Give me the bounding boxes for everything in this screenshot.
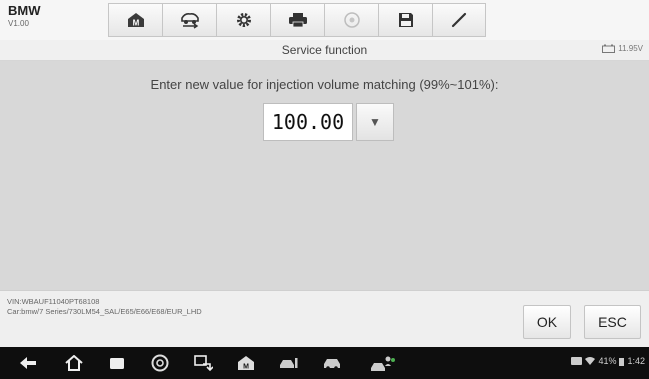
disc-icon [343, 12, 360, 28]
value-selector: 100.00 ▼ [263, 103, 394, 141]
disc-button[interactable] [324, 3, 378, 37]
settings-icon [236, 13, 251, 27]
clock: 1:42 [627, 356, 645, 366]
message-icon [571, 357, 583, 365]
title-bar: Service function 11.95V [0, 40, 649, 61]
vehicle-info: VIN:WBAUF11040PT68108 Car:bmw/7 Series/7… [7, 297, 202, 317]
community-button[interactable] [370, 354, 396, 372]
car-button[interactable] [322, 354, 342, 372]
toolbar: M [108, 3, 540, 37]
maxisys-home-button[interactable]: M [236, 354, 256, 372]
car-battery-icon [602, 44, 616, 53]
printer-icon [288, 13, 307, 28]
ok-button[interactable]: OK [523, 305, 571, 339]
home-icon: M [127, 13, 144, 28]
settings-button[interactable] [216, 3, 270, 37]
save-icon [398, 13, 413, 27]
main-panel: Enter new value for injection volume mat… [0, 61, 649, 290]
status-area: 41% 1:42 [571, 356, 645, 366]
battery-voltage: 11.95V [602, 44, 643, 53]
page-title: Service function [281, 43, 368, 57]
footer-bar: VIN:WBAUF11040PT68108 Car:bmw/7 Series/7… [0, 290, 649, 347]
home-button[interactable]: M [108, 3, 162, 37]
people-car-icon [371, 356, 395, 371]
wifi-icon [585, 357, 596, 365]
car-icon [324, 359, 340, 370]
maxisys-icon: M [238, 356, 254, 371]
back-button[interactable] [18, 354, 38, 372]
app-brand: BMW V1.00 [8, 4, 41, 30]
android-nav-bar: M 41% 1:42 [0, 347, 649, 379]
print-button[interactable] [270, 3, 324, 37]
top-bar: BMW V1.00 M [0, 0, 649, 41]
battery-voltage-value: 11.95V [618, 44, 643, 53]
pen-button[interactable] [432, 3, 486, 37]
chrome-icon [151, 354, 169, 372]
vehicle-swap-icon [180, 13, 199, 29]
triangle-down-icon: ▼ [369, 115, 381, 129]
esc-button[interactable]: ESC [584, 305, 641, 339]
value-dropdown-button[interactable]: ▼ [356, 103, 394, 141]
app-version: V1.00 [8, 19, 29, 28]
back-icon [20, 357, 36, 369]
remote-icon [194, 355, 213, 372]
recents-button[interactable] [107, 354, 127, 372]
pen-icon [451, 12, 467, 28]
car-service-icon [280, 358, 298, 368]
save-button[interactable] [378, 3, 432, 37]
service-button[interactable] [279, 354, 299, 372]
app-name: BMW [8, 3, 41, 18]
car-path-text: Car:bmw/7 Series/730LM54_SAL/E65/E66/E68… [7, 307, 202, 316]
vin-text: VIN:WBAUF11040PT68108 [7, 297, 100, 306]
battery-percent: 41% [598, 356, 617, 366]
svg-text:M: M [243, 364, 249, 371]
svg-text:M: M [132, 19, 139, 28]
value-prompt: Enter new value for injection volume mat… [150, 77, 499, 92]
nav-home-button[interactable] [64, 354, 84, 372]
recents-icon [110, 358, 124, 369]
remote-button[interactable] [193, 354, 213, 372]
chrome-button[interactable] [150, 354, 170, 372]
vehicle-swap-button[interactable] [162, 3, 216, 37]
value-field[interactable]: 100.00 [263, 103, 353, 141]
battery-icon [619, 357, 625, 366]
home-icon [65, 355, 83, 371]
